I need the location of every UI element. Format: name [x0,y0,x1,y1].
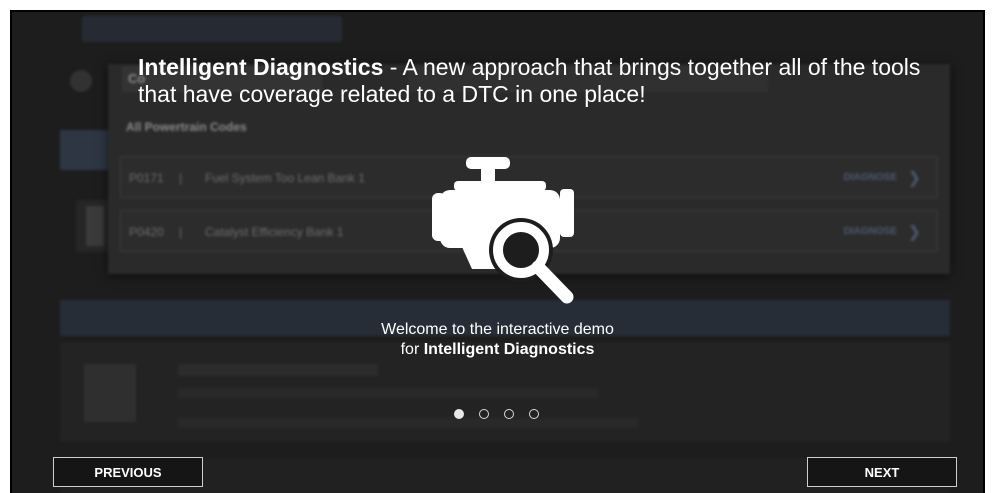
background-icon [70,70,92,92]
chevron-right-icon: ❯ [907,224,921,241]
row-separator: | [179,225,183,239]
welcome-line-1: Welcome to the interactive demo [381,321,614,338]
engine-magnifier-icon [432,157,574,304]
dtc-code: P0171 [129,171,164,185]
step-indicator [454,404,539,424]
step-dot[interactable] [529,409,539,419]
welcome-product-name: Intelligent Diagnostics [423,341,595,358]
diagnose-link[interactable]: DIAGNOSE [844,172,897,183]
dtc-description: Catalyst Efficiency Bank 1 [205,225,344,239]
intro-headline: Intelligent Diagnostics - A new approach… [138,54,938,108]
demo-frame: Co All Powertrain Codes P0171 | Fuel Sys… [10,10,985,493]
background-title [82,16,342,42]
step-dot[interactable] [479,409,489,419]
headline-product-name: Intelligent Diagnostics [138,54,384,80]
diagnose-link[interactable]: DIAGNOSE [844,226,897,237]
step-dot[interactable] [504,409,514,419]
welcome-line-2: for Intelligent Diagnostics [400,341,595,358]
chevron-right-icon: ❯ [907,170,921,187]
previous-button[interactable]: PREVIOUS [53,457,203,487]
background-block [60,130,112,170]
step-dot-active[interactable] [454,409,464,419]
dtc-code: P0420 [129,225,164,239]
article-thumbnail [84,364,136,422]
dtc-description: Fuel System Too Lean Bank 1 [205,171,365,185]
next-button[interactable]: NEXT [807,457,957,487]
codes-section-title: All Powertrain Codes [126,120,247,134]
row-separator: | [179,171,183,185]
